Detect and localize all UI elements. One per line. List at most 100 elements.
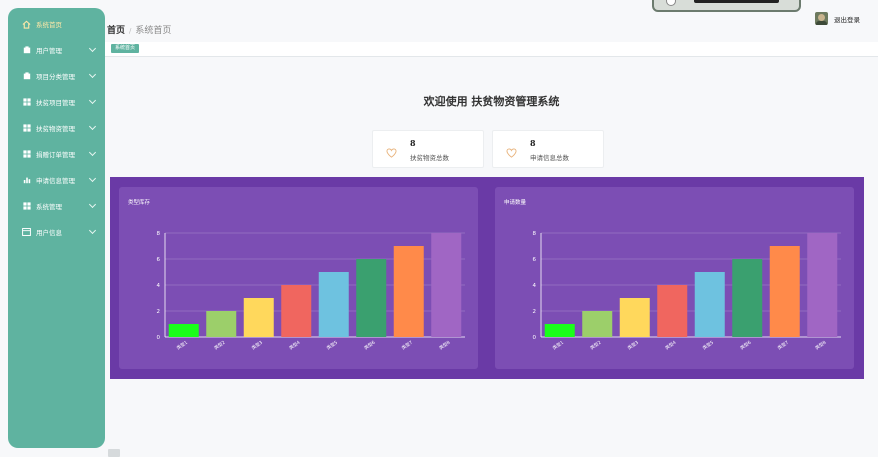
grid-icon — [22, 150, 31, 159]
widget-dot-icon — [666, 0, 676, 6]
sidebar-item-applications[interactable]: 申请信息管理 — [8, 167, 105, 193]
chart-panel-inventory: 类型库存 0 2 4 6 8 类型1 类型2 类型3 类型4 类型5 类型6 类型7 类型8 — [119, 187, 478, 369]
bar — [769, 246, 800, 337]
charts-area: 类型库存 0 2 4 6 8 类型1 类型2 类型3 类型4 类型5 类型6 类型7 类型8 申请数量 … — [110, 177, 864, 379]
welcome-title: 欢迎使用 扶贫物资管理系统 — [423, 95, 560, 108]
user-area: 退出登录 — [815, 12, 860, 25]
x-tick-label: 类型1 — [175, 339, 189, 352]
sidebar-item-user-info[interactable]: 用户信息 — [8, 219, 105, 245]
sidebar-item-material-management[interactable]: 扶贫物资管理 — [8, 115, 105, 141]
sidebar-item-label: 用户管理 — [36, 47, 62, 55]
home-icon — [22, 20, 31, 29]
bar — [168, 324, 199, 337]
x-tick-label: 类型1 — [551, 339, 565, 352]
tag-bar: 系统首页 — [105, 42, 878, 57]
bar — [243, 298, 274, 337]
bar — [431, 233, 462, 337]
grid-icon — [22, 124, 31, 133]
stat-label: 申请信息总数 — [530, 154, 569, 162]
x-tick-label: 类型7 — [776, 339, 790, 352]
bar — [732, 259, 763, 337]
x-tick-label: 类型4 — [664, 339, 678, 352]
card-icon — [22, 228, 31, 237]
sidebar-item-label: 申请信息管理 — [36, 177, 75, 185]
y-tick-label: 2 — [533, 309, 537, 315]
y-tick-label: 4 — [533, 283, 537, 289]
y-tick-label: 0 — [533, 335, 537, 341]
stat-label: 扶贫物资总数 — [410, 154, 449, 162]
x-tick-label: 类型6 — [363, 339, 377, 352]
breadcrumb-current: 系统首页 — [135, 26, 172, 36]
sidebar-item-label: 扶贫项目管理 — [36, 99, 75, 107]
sidebar-item-project-management[interactable]: 扶贫项目管理 — [8, 89, 105, 115]
stat-value: 8 — [410, 138, 416, 148]
sidebar-item-system-management[interactable]: 系统管理 — [8, 193, 105, 219]
bar — [356, 259, 387, 337]
breadcrumb: 首页 / 系统首页 — [107, 23, 171, 36]
box-icon — [22, 72, 31, 81]
widget-bar — [694, 0, 779, 3]
sidebar-item-donation-orders[interactable]: 捐赠订单管理 — [8, 141, 105, 167]
sidebar-item-home[interactable]: 系统首页 — [8, 11, 105, 37]
x-tick-label: 类型5 — [325, 339, 339, 352]
chevron-down-icon — [88, 226, 97, 235]
x-tick-label: 类型6 — [739, 339, 753, 352]
chevron-down-icon — [88, 96, 97, 105]
chevron-down-icon — [88, 44, 97, 53]
bar — [619, 298, 650, 337]
resize-handle[interactable] — [108, 449, 120, 457]
breadcrumb-separator: / — [129, 27, 132, 35]
chevron-down-icon — [88, 200, 97, 209]
x-tick-label: 类型3 — [250, 339, 264, 352]
chart-inventory: 0 2 4 6 8 类型1 类型2 类型3 类型4 类型5 类型6 类型7 类型8 — [157, 231, 465, 352]
x-tick-label: 类型8 — [814, 339, 828, 352]
bar — [807, 233, 838, 337]
avatar — [815, 12, 828, 25]
stat-value: 8 — [530, 138, 536, 148]
bar — [657, 285, 688, 337]
stat-card-materials: 8 扶贫物资总数 — [372, 130, 484, 168]
bar — [582, 311, 613, 337]
x-tick-label: 类型4 — [288, 339, 302, 352]
sidebar-item-label: 扶贫物资管理 — [36, 125, 75, 133]
sidebar-item-project-category[interactable]: 项目分类管理 — [8, 63, 105, 89]
breadcrumb-root[interactable]: 首页 — [107, 26, 125, 36]
chart-icon — [22, 176, 31, 185]
bar — [544, 324, 575, 337]
chevron-down-icon — [88, 148, 97, 157]
heart-icon — [386, 143, 397, 162]
grid-icon — [22, 202, 31, 211]
sidebar-item-label: 系统管理 — [36, 203, 62, 211]
x-tick-label: 类型7 — [400, 339, 414, 352]
x-tick-label: 类型5 — [701, 339, 715, 352]
y-tick-label: 0 — [157, 335, 161, 341]
y-tick-label: 6 — [157, 257, 161, 263]
bar — [281, 285, 312, 337]
user-icon — [22, 46, 31, 55]
x-tick-label: 类型2 — [213, 339, 227, 352]
y-tick-label: 4 — [157, 283, 161, 289]
chart-panel-applications: 申请数量 0 2 4 6 8 类型1 类型2 类型3 类型4 类型5 类型6 类型7 类型8 — [495, 187, 854, 369]
y-tick-label: 2 — [157, 309, 161, 315]
chevron-down-icon — [88, 174, 97, 183]
stat-card-applications: 8 申请信息总数 — [492, 130, 604, 168]
sidebar: 系统首页 用户管理 项目分类管理 扶贫项目管理 扶贫物资管理 捐赠订单管理 申请… — [8, 8, 105, 448]
sidebar-item-label: 系统首页 — [36, 21, 62, 29]
bar — [694, 272, 725, 337]
tag-home[interactable]: 系统首页 — [111, 44, 140, 53]
y-tick-label: 8 — [533, 231, 537, 237]
chevron-down-icon — [88, 70, 97, 79]
x-tick-label: 类型3 — [626, 339, 640, 352]
heart-icon — [506, 143, 517, 162]
y-tick-label: 6 — [533, 257, 537, 263]
bar — [318, 272, 349, 337]
sidebar-item-label: 用户信息 — [36, 229, 62, 237]
bar — [393, 246, 424, 337]
x-tick-label: 类型2 — [589, 339, 603, 352]
grid-icon — [22, 98, 31, 107]
sidebar-item-label: 项目分类管理 — [36, 73, 75, 81]
sidebar-item-user-management[interactable]: 用户管理 — [8, 37, 105, 63]
chevron-down-icon — [88, 122, 97, 131]
x-tick-label: 类型8 — [438, 339, 452, 352]
logout-button[interactable]: 退出登录 — [834, 14, 860, 24]
